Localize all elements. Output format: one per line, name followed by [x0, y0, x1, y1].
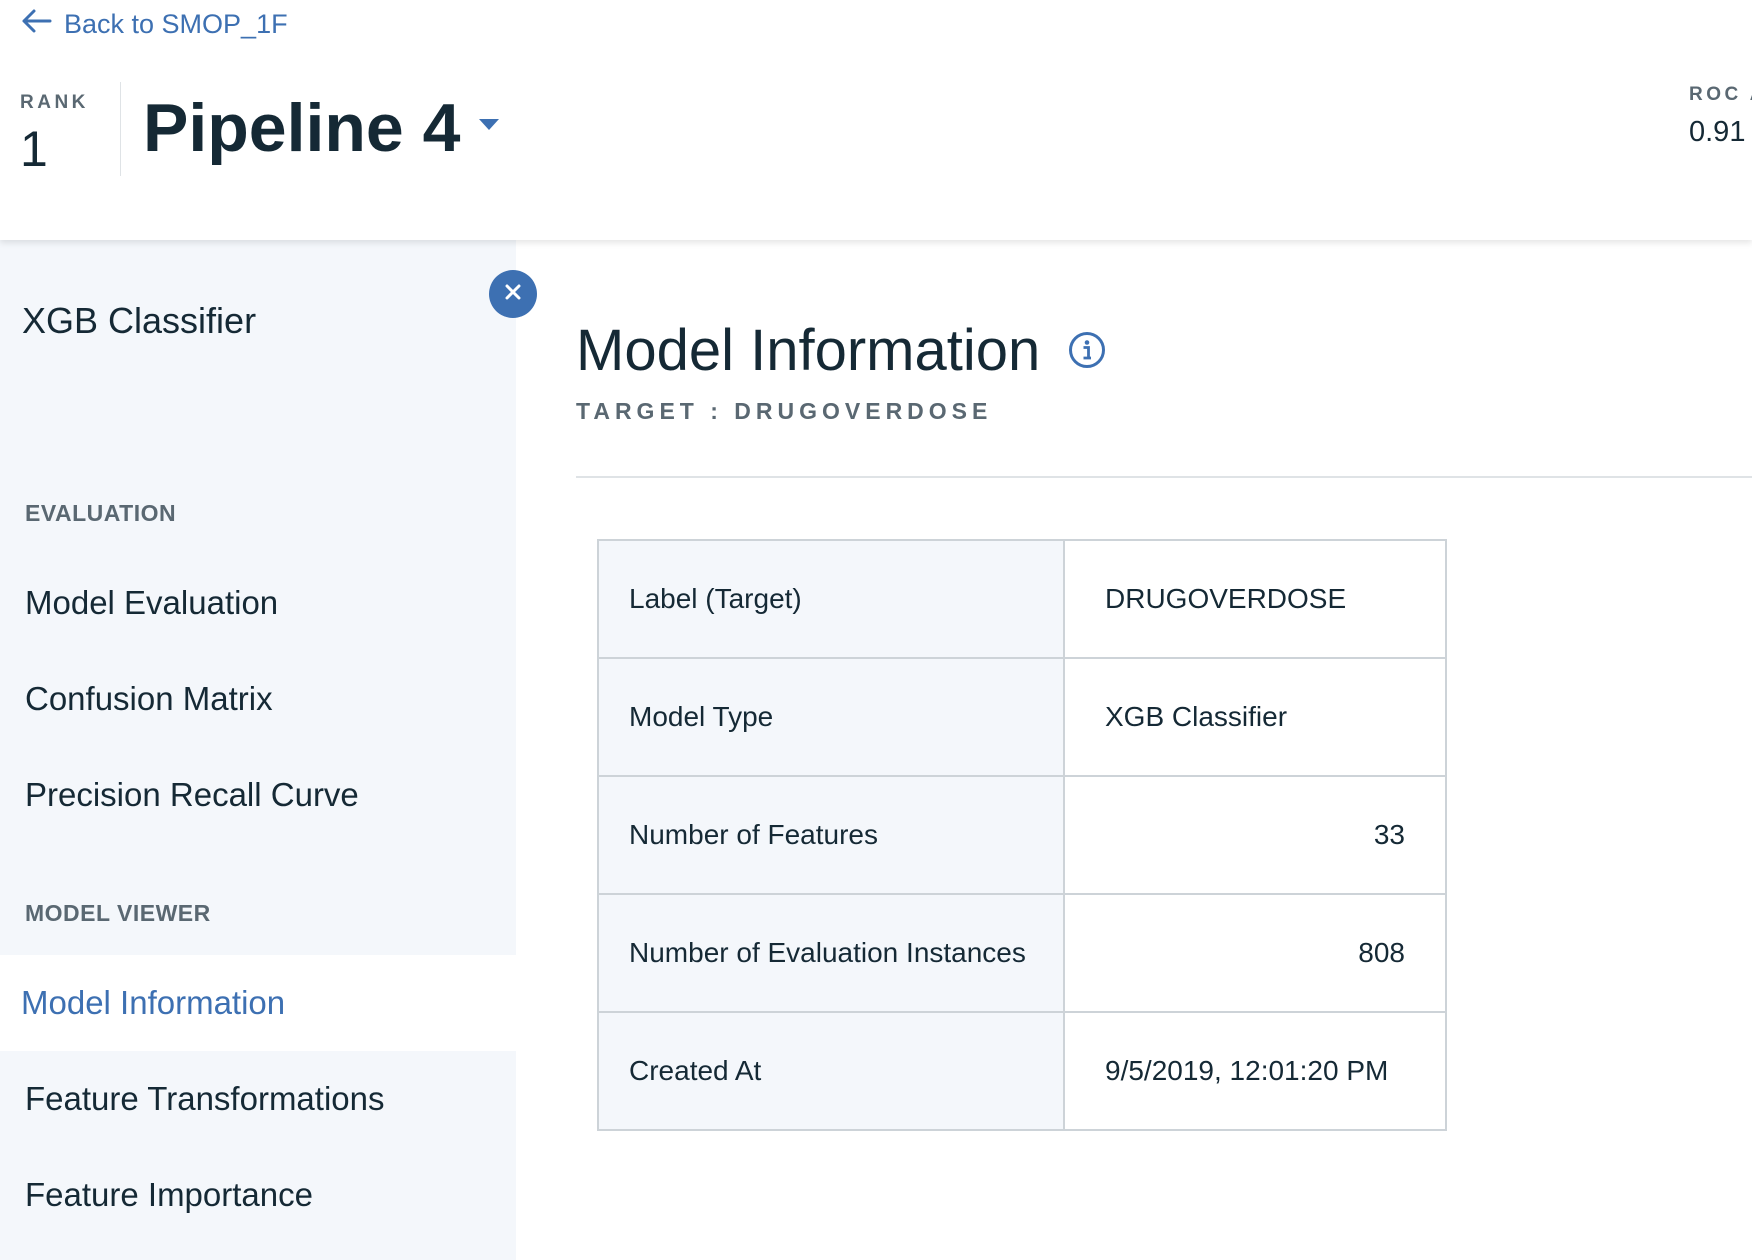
sidebar-item-label: Feature Transformations	[25, 1080, 385, 1117]
info-icon[interactable]	[1068, 331, 1106, 369]
main-title-row: Model Information	[576, 312, 1106, 388]
sidebar-item-precision-recall-curve[interactable]: Precision Recall Curve	[0, 747, 516, 843]
pipeline-title: Pipeline 4	[143, 90, 461, 166]
sidebar-item-label: Precision Recall Curve	[25, 776, 359, 813]
pipeline-selector[interactable]: Pipeline 4	[143, 88, 500, 168]
header-divider	[120, 82, 121, 176]
close-icon	[505, 284, 521, 305]
sidebar: XGB Classifier EVALUATION Model Evaluati…	[0, 240, 516, 1260]
sidebar-item-model-information[interactable]: Model Information	[0, 955, 516, 1051]
table-key: Label (Target)	[597, 539, 1065, 659]
table-key: Number of Evaluation Instances	[597, 893, 1065, 1013]
table-key: Model Type	[597, 657, 1065, 777]
close-sidebar-button[interactable]	[489, 270, 537, 318]
rank-value: 1	[20, 121, 48, 177]
target-line: TARGET : DRUGOVERDOSE	[576, 398, 993, 424]
sidebar-item-confusion-matrix[interactable]: Confusion Matrix	[0, 651, 516, 747]
page-title: Model Information	[576, 317, 1041, 383]
model-info-table: Label (Target) DRUGOVERDOSE Model Type X…	[597, 539, 1447, 1131]
section-label-evaluation: EVALUATION	[25, 500, 177, 526]
sidebar-model-name: XGB Classifier	[22, 300, 257, 341]
table-value: 9/5/2019, 12:01:20 PM	[1063, 1011, 1447, 1131]
sidebar-item-feature-transformations[interactable]: Feature Transformations	[0, 1051, 516, 1147]
sidebar-item-label: Model Information	[21, 984, 286, 1021]
rank-block: RANK 1	[20, 92, 90, 178]
back-link[interactable]: Back to SMOP_1F	[20, 6, 288, 42]
table-row: Model Type XGB Classifier	[597, 657, 1447, 777]
pipeline-header: Back to SMOP_1F RANK 1 Pipeline 4 ROC A …	[0, 0, 1752, 240]
metric-block: ROC A 0.91	[1689, 84, 1752, 149]
metric-value: 0.91	[1689, 116, 1746, 148]
table-row: Number of Evaluation Instances 808	[597, 893, 1447, 1013]
table-row: Number of Features 33	[597, 775, 1447, 895]
table-key: Number of Features	[597, 775, 1065, 895]
caret-down-icon	[478, 119, 500, 137]
table-value: XGB Classifier	[1063, 657, 1447, 777]
table-value: DRUGOVERDOSE	[1063, 539, 1447, 659]
divider	[576, 476, 1752, 478]
table-row: Created At 9/5/2019, 12:01:20 PM	[597, 1011, 1447, 1131]
sidebar-item-model-evaluation[interactable]: Model Evaluation	[0, 555, 516, 651]
sidebar-item-label: Feature Importance	[25, 1176, 313, 1213]
table-value: 808	[1063, 893, 1447, 1013]
app-page: Back to SMOP_1F RANK 1 Pipeline 4 ROC A …	[0, 0, 1752, 1260]
arrow-left-icon	[20, 5, 52, 44]
rank-label: RANK	[20, 92, 89, 113]
sidebar-item-feature-importance[interactable]: Feature Importance	[0, 1147, 516, 1243]
back-link-label: Back to SMOP_1F	[64, 8, 288, 39]
table-row: Label (Target) DRUGOVERDOSE	[597, 539, 1447, 659]
metric-label: ROC A	[1689, 84, 1752, 105]
table-key: Created At	[597, 1011, 1065, 1131]
section-label-model-viewer: MODEL VIEWER	[25, 900, 211, 926]
sidebar-item-label: Confusion Matrix	[25, 680, 273, 717]
sidebar-item-label: Model Evaluation	[25, 584, 279, 621]
table-value: 33	[1063, 775, 1447, 895]
